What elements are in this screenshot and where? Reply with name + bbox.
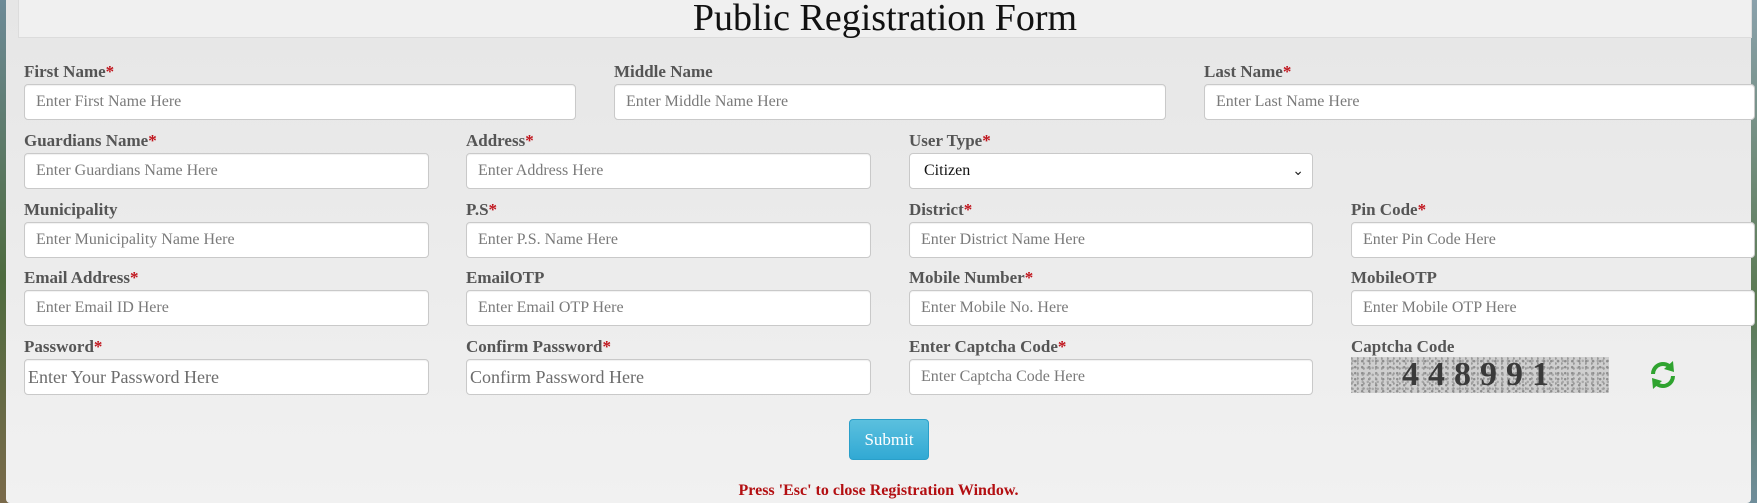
district-group: District*: [909, 199, 1313, 258]
mobile-input[interactable]: [909, 290, 1313, 326]
pin-code-label: Pin Code*: [1351, 200, 1427, 219]
municipality-group: Municipality: [24, 199, 429, 258]
required-marker: *: [602, 337, 611, 356]
captcha-input-label: Enter Captcha Code*: [909, 337, 1067, 356]
required-marker: *: [148, 131, 157, 150]
page-title: Public Registration Form: [692, 0, 1078, 39]
confirm-password-group: Confirm Password*: [466, 336, 871, 395]
required-marker: *: [93, 337, 103, 356]
chevron-down-icon: ⌄: [1292, 163, 1304, 179]
required-marker: *: [1282, 62, 1292, 81]
user-type-group: User Type* Citizen ⌄: [909, 130, 1313, 189]
guardians-name-group: Guardians Name*: [24, 130, 429, 189]
captcha-input-group: Enter Captcha Code*: [909, 336, 1313, 395]
mobile-otp-label: MobileOTP: [1351, 268, 1437, 287]
middle-name-input[interactable]: [614, 84, 1166, 120]
mobile-otp-input[interactable]: [1351, 290, 1755, 326]
guardians-name-input[interactable]: [24, 153, 429, 189]
pin-code-group: Pin Code*: [1351, 199, 1755, 258]
required-marker: *: [129, 268, 139, 287]
captcha-group: Captcha Code: [1351, 336, 1651, 357]
ps-input[interactable]: [466, 222, 871, 258]
captcha-image: 448991: [1351, 357, 1609, 393]
district-input[interactable]: [909, 222, 1313, 258]
email-otp-label: EmailOTP: [466, 268, 545, 287]
last-name-input[interactable]: [1204, 84, 1755, 120]
pin-code-input[interactable]: [1351, 222, 1755, 258]
captcha-label: Captcha Code: [1351, 337, 1455, 356]
district-label: District*: [909, 200, 973, 219]
password-input[interactable]: [24, 359, 429, 395]
middle-name-group: Middle Name: [614, 61, 1166, 120]
esc-close-note: Press 'Esc' to close Registration Window…: [738, 482, 1019, 499]
first-name-group: First Name*: [24, 61, 576, 120]
address-input[interactable]: [466, 153, 871, 189]
required-marker: *: [1057, 337, 1067, 356]
mobile-group: Mobile Number*: [909, 267, 1313, 326]
required-marker: *: [1024, 268, 1034, 287]
submit-button[interactable]: Submit: [849, 419, 929, 460]
user-type-label: User Type*: [909, 131, 991, 150]
guardians-name-label: Guardians Name*: [24, 131, 157, 150]
municipality-input[interactable]: [24, 222, 429, 258]
last-name-group: Last Name*: [1204, 61, 1755, 120]
password-group: Password*: [24, 336, 429, 395]
required-marker: *: [105, 62, 115, 81]
municipality-label: Municipality: [24, 200, 118, 219]
address-label: Address*: [466, 131, 534, 150]
required-marker: *: [963, 200, 973, 219]
address-group: Address*: [466, 130, 871, 189]
email-otp-input[interactable]: [466, 290, 871, 326]
required-marker: *: [1417, 200, 1427, 219]
required-marker: *: [982, 131, 991, 150]
user-type-select[interactable]: Citizen ⌄: [909, 153, 1313, 189]
refresh-icon[interactable]: [1645, 357, 1681, 393]
first-name-input[interactable]: [24, 84, 576, 120]
password-label: Password*: [24, 337, 103, 356]
middle-name-label: Middle Name: [614, 62, 713, 81]
mobile-label: Mobile Number*: [909, 268, 1034, 287]
first-name-label: First Name*: [24, 62, 115, 81]
confirm-password-input[interactable]: [466, 359, 871, 395]
ps-group: P.S*: [466, 199, 871, 258]
title-bar: Public Registration Form: [18, 0, 1752, 38]
user-type-selected: Citizen: [924, 162, 971, 179]
email-group: Email Address*: [24, 267, 429, 326]
email-input[interactable]: [24, 290, 429, 326]
email-otp-group: EmailOTP: [466, 267, 871, 326]
captcha-input[interactable]: [909, 359, 1313, 395]
required-marker: *: [488, 200, 498, 219]
last-name-label: Last Name*: [1204, 62, 1292, 81]
confirm-password-label: Confirm Password*: [466, 337, 611, 356]
ps-label: P.S*: [466, 200, 498, 219]
required-marker: *: [525, 131, 534, 150]
mobile-otp-group: MobileOTP: [1351, 267, 1755, 326]
email-label: Email Address*: [24, 268, 139, 287]
